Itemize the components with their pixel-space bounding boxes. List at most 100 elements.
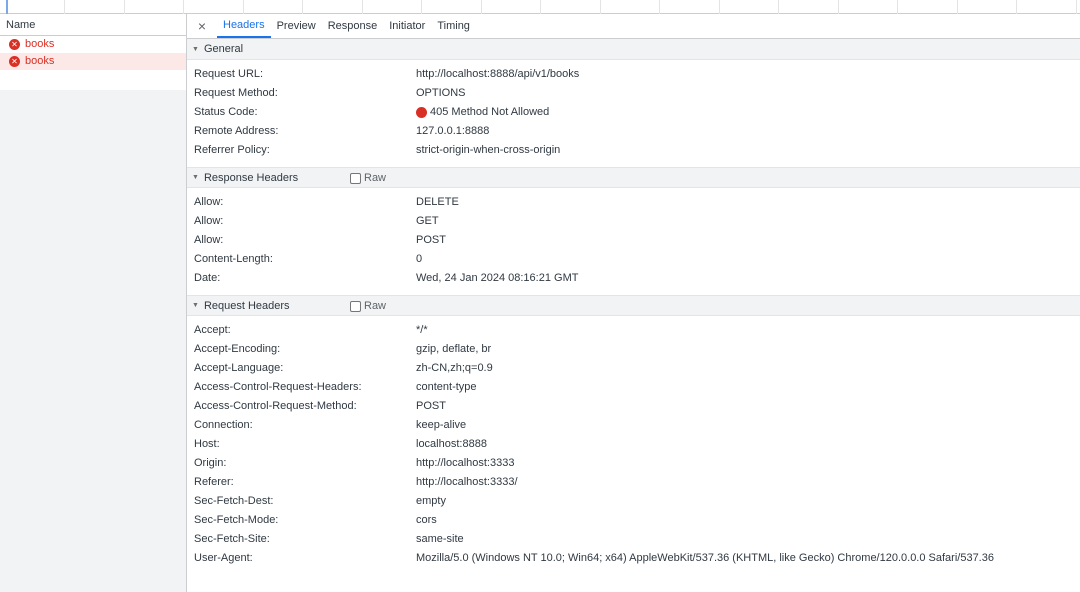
collapse-triangle-icon: ▼ [192, 45, 199, 53]
header-row: Accept-Language: zh-CN,zh;q=0.9 [187, 359, 1080, 378]
header-key: Sec-Fetch-Site: [194, 533, 270, 545]
header-key: Connection: [194, 419, 253, 431]
header-value: empty [416, 495, 446, 507]
header-value: http://localhost:8888/api/v1/books [416, 68, 580, 80]
header-key: Sec-Fetch-Dest: [194, 495, 274, 507]
header-value: Mozilla/5.0 (Windows NT 10.0; Win64; x64… [416, 552, 994, 564]
header-row: Request URL: http://localhost:8888/api/v… [187, 65, 1080, 84]
tab-preview[interactable]: Preview [271, 14, 322, 38]
timeline-grid-tick [838, 0, 839, 14]
request-detail-pane: × Headers Preview Response Initiator Tim… [187, 14, 1080, 592]
raw-toggle[interactable]: Raw [350, 300, 386, 312]
header-key: Sec-Fetch-Mode: [194, 514, 279, 526]
raw-checkbox[interactable] [350, 172, 361, 184]
header-value: http://localhost:3333 [416, 457, 515, 469]
header-value: zh-CN,zh;q=0.9 [416, 362, 493, 374]
header-key: Content-Length: [194, 253, 273, 265]
header-key: Request Method: [194, 87, 278, 99]
timeline-grid-tick [421, 0, 422, 14]
general-rows: Request URL: http://localhost:8888/api/v… [187, 60, 1080, 167]
tab-headers[interactable]: Headers [217, 14, 271, 38]
timeline-grid-tick [778, 0, 779, 14]
header-key: Remote Address: [194, 125, 279, 137]
header-key: Referer: [194, 476, 234, 488]
header-row: Request Method: OPTIONS [187, 84, 1080, 103]
timeline-selection-handle[interactable] [6, 0, 8, 14]
header-row: Sec-Fetch-Dest: empty [187, 492, 1080, 511]
close-icon[interactable]: × [193, 14, 211, 38]
header-key: Accept-Encoding: [194, 343, 281, 355]
raw-checkbox[interactable] [350, 300, 361, 312]
tab-timing[interactable]: Timing [431, 14, 476, 38]
response-headers-rows: Allow: DELETE Allow: GET Allow: POST Con… [187, 188, 1080, 295]
header-value: localhost:8888 [416, 438, 487, 450]
timeline-grid-tick [897, 0, 898, 14]
header-key: Accept: [194, 324, 231, 336]
section-title: Request Headers [203, 299, 290, 312]
header-value: OPTIONS [416, 87, 466, 99]
timeline-grid-tick [1016, 0, 1017, 14]
header-value: cors [416, 514, 437, 526]
header-key: Host: [194, 438, 220, 450]
header-value: strict-origin-when-cross-origin [416, 144, 561, 156]
header-value: 0 [416, 253, 423, 265]
request-row-selected[interactable]: ✕ books [0, 53, 186, 70]
header-row: Remote Address: 127.0.0.1:8888 [187, 122, 1080, 141]
header-value: content-type [416, 381, 477, 393]
collapse-triangle-icon: ▼ [192, 174, 199, 181]
timeline-grid-tick [302, 0, 303, 14]
header-key: Referrer Policy: [194, 144, 270, 156]
tab-initiator[interactable]: Initiator [383, 14, 431, 38]
header-key: Allow: [194, 215, 224, 227]
header-row: Allow: GET [187, 212, 1080, 231]
header-row: Sec-Fetch-Mode: cors [187, 511, 1080, 530]
header-key: Access-Control-Request-Method: [194, 400, 357, 412]
timeline-grid-tick [719, 0, 720, 14]
header-value: DELETE [416, 196, 459, 208]
timeline-grid-tick [124, 0, 125, 14]
timeline-grid-tick [1076, 0, 1077, 14]
header-row: Allow: DELETE [187, 193, 1080, 212]
header-row: Accept: */* [187, 321, 1080, 340]
header-key: Access-Control-Request-Headers: [194, 381, 362, 393]
header-key: Accept-Language: [194, 362, 284, 374]
section-title: General [203, 43, 244, 55]
status-error-dot-icon [416, 107, 427, 118]
timeline-grid-tick [659, 0, 660, 14]
header-row: Origin: http://localhost:3333 [187, 454, 1080, 473]
header-row: Host: localhost:8888 [187, 435, 1080, 454]
timeline-grid-tick [243, 0, 244, 14]
header-row: Allow: POST [187, 231, 1080, 250]
header-value: keep-alive [416, 419, 467, 431]
request-list: Name ✕ books ✕ books [0, 14, 187, 592]
header-key: Request URL: [194, 68, 264, 80]
network-timeline-overview[interactable] [0, 0, 1080, 14]
header-key: User-Agent: [194, 552, 253, 564]
header-row: Referer: http://localhost:3333/ [187, 473, 1080, 492]
timeline-grid-tick [183, 0, 184, 14]
name-column-header[interactable]: Name [0, 14, 186, 36]
detail-tabs: × Headers Preview Response Initiator Tim… [187, 14, 1080, 39]
header-row: Access-Control-Request-Headers: content-t… [187, 378, 1080, 397]
request-list-empty-area [0, 90, 186, 592]
header-value: */* [416, 324, 428, 336]
request-row[interactable]: ✕ books [0, 36, 186, 53]
header-value: http://localhost:3333/ [416, 476, 518, 488]
header-row: Accept-Encoding: gzip, deflate, br [187, 340, 1080, 359]
status-text: 405 Method Not Allowed [430, 106, 550, 118]
header-key: Allow: [194, 196, 224, 208]
header-key: Origin: [194, 457, 227, 469]
tab-response[interactable]: Response [322, 14, 384, 38]
timeline-grid-tick [362, 0, 363, 14]
timeline-grid-tick [600, 0, 601, 14]
collapse-triangle-icon: ▼ [192, 302, 199, 309]
request-headers-section-header[interactable]: ▼ Request Headers Raw [187, 295, 1080, 316]
request-name: books [25, 38, 55, 50]
header-value: gzip, deflate, br [416, 343, 492, 355]
general-section-header[interactable]: ▼ General [187, 39, 1080, 60]
header-value: POST [416, 400, 446, 412]
timeline-grid-tick [957, 0, 958, 14]
response-headers-section-header[interactable]: ▼ Response Headers Raw [187, 167, 1080, 188]
header-row: Connection: keep-alive [187, 416, 1080, 435]
raw-toggle[interactable]: Raw [350, 172, 386, 184]
